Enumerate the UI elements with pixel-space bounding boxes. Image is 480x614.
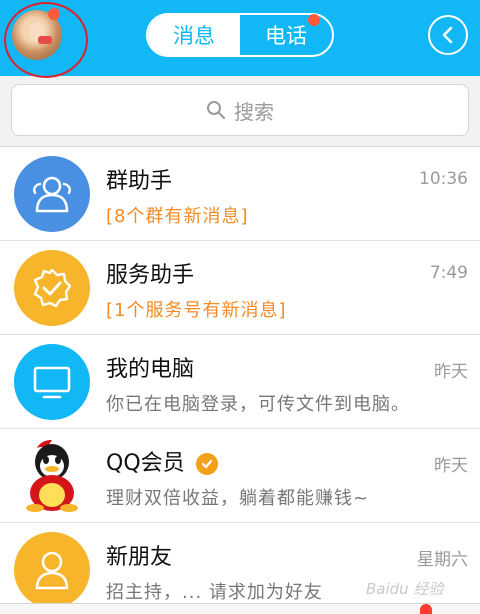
conversation-title: 群助手 <box>106 169 173 194</box>
chevron-left-icon <box>442 26 453 44</box>
conversation-row[interactable]: 服务助手 [1个服务号有新消息] 7:49 <box>0 241 480 335</box>
bottom-tab-badge <box>420 604 432 614</box>
conversation-preview: [8个群有新消息] <box>106 206 249 227</box>
conversation-row[interactable]: QQ会员 理财双倍收益，躺着都能赚钱~ 昨天 <box>0 429 480 523</box>
conversation-time: 昨天 <box>434 362 468 382</box>
conversation-preview: [1个服务号有新消息] <box>106 300 287 321</box>
verified-badge-icon <box>195 453 218 475</box>
monitor-icon <box>14 344 90 420</box>
conversation-preview: 你已在电脑登录，可传文件到电脑。 <box>106 394 410 415</box>
top-bar: 消息 电话 <box>0 0 480 78</box>
conversation-title: 我的电脑 <box>106 357 195 382</box>
search-placeholder: 搜索 <box>234 99 274 124</box>
tab-switcher: 消息 电话 <box>146 13 334 57</box>
conversation-time: 星期六 <box>417 550 468 570</box>
conversation-preview: 招主持，... 请求加为好友 <box>106 582 323 603</box>
conversation-list: 群助手 [8个群有新消息] 10:36 服务助手 [1个服务号有新消息] 7:4… <box>0 146 480 614</box>
conversation-row[interactable]: 我的电脑 你已在电脑登录，可传文件到电脑。 昨天 <box>0 335 480 429</box>
conversation-title: 新朋友 <box>106 545 173 570</box>
badge-check-icon <box>14 250 90 326</box>
watermark: Baidu 经验 <box>366 580 444 598</box>
conversation-preview: 理财双倍收益，躺着都能赚钱~ <box>106 488 370 509</box>
tab-messages[interactable]: 消息 <box>148 15 240 55</box>
avatar-highlight-circle <box>4 2 88 78</box>
conversation-row[interactable]: 群助手 [8个群有新消息] 10:36 <box>0 147 480 241</box>
person-icon <box>14 532 90 608</box>
phone-tab-badge <box>308 14 320 26</box>
conversation-time: 昨天 <box>434 456 468 476</box>
qq-penguin-icon <box>14 438 90 514</box>
conversation-time: 10:36 <box>419 169 468 189</box>
group-icon <box>14 156 90 232</box>
conversation-time: 7:49 <box>429 263 468 283</box>
conversation-title-text: QQ会员 <box>106 451 185 476</box>
conversation-row[interactable]: 新朋友 招主持，... 请求加为好友 星期六 <box>0 523 480 614</box>
bottom-tab-bar[interactable] <box>0 603 480 614</box>
search-input[interactable]: 搜索 <box>11 84 469 136</box>
conversation-title: QQ会员 <box>106 445 218 477</box>
search-icon <box>207 101 226 120</box>
back-button[interactable] <box>428 15 468 55</box>
conversation-title: 服务助手 <box>106 263 195 288</box>
